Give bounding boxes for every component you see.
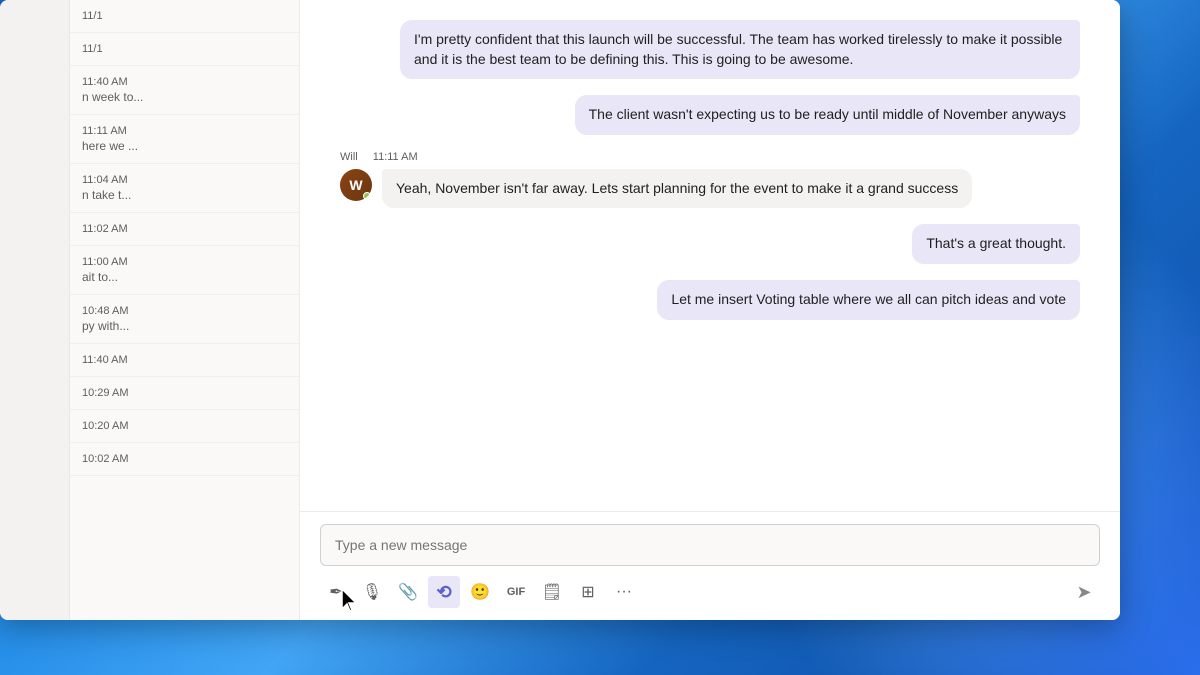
conversation-item[interactable]: 11/1 — [70, 0, 299, 33]
sidebar — [0, 0, 70, 620]
messages-container: I'm pretty confident that this launch wi… — [300, 0, 1120, 511]
conversation-list: 11/1 11/1 11:40 AM n week to... 11:11 AM… — [70, 0, 300, 620]
conversation-item[interactable]: 11:11 AM here we ... — [70, 115, 299, 164]
conv-time: 11:04 AM — [82, 174, 287, 186]
teams-window: 11/1 11/1 11:40 AM n week to... 11:11 AM… — [0, 0, 1120, 620]
message-bubble: Let me insert Voting table where we all … — [657, 280, 1080, 320]
avatar-status-indicator — [363, 192, 371, 200]
conv-preview: ait to... — [82, 270, 287, 284]
audio-icon: 🎙 — [362, 582, 382, 602]
conversation-item[interactable]: 10:02 AM — [70, 443, 299, 476]
toolbar: ✒ 🎙 📎 ⟲ 🙂 GIF 🗒 — [320, 576, 1100, 608]
message-input[interactable] — [320, 524, 1100, 566]
conversation-item[interactable]: 11:00 AM ait to... — [70, 246, 299, 295]
avatar: W — [340, 169, 372, 201]
conv-time: 11/1 — [82, 10, 287, 22]
meet-icon: ⊞ — [581, 582, 594, 602]
chat-area: I'm pretty confident that this launch wi… — [300, 0, 1120, 620]
send-button[interactable]: ➤ — [1068, 576, 1100, 608]
conv-time: 11:40 AM — [82, 76, 287, 88]
conv-time: 11:02 AM — [82, 223, 287, 235]
conv-preview: n take t... — [82, 188, 287, 202]
message-bubble: I'm pretty confident that this launch wi… — [400, 20, 1080, 79]
message-time: 11:11 AM — [373, 151, 418, 163]
message-sender-line: Will 11:11 AM — [340, 151, 418, 163]
conversation-item[interactable]: 11:04 AM n take t... — [70, 164, 299, 213]
more-options-button[interactable]: ··· — [608, 576, 640, 608]
conv-time: 11:40 AM — [82, 354, 287, 366]
message-bubble: The client wasn't expecting us to be rea… — [575, 95, 1080, 135]
conversation-item[interactable]: 11:40 AM n week to... — [70, 66, 299, 115]
conv-time: 11:00 AM — [82, 256, 287, 268]
loop-icon: ⟲ — [436, 582, 451, 603]
meet-button[interactable]: ⊞ — [572, 576, 604, 608]
conversation-item[interactable]: 10:48 AM py with... — [70, 295, 299, 344]
gif-button[interactable]: GIF — [500, 576, 532, 608]
conversation-item[interactable]: 11/1 — [70, 33, 299, 66]
conv-preview: py with... — [82, 319, 287, 333]
loop-button[interactable]: ⟲ — [428, 576, 460, 608]
conversation-item[interactable]: 10:20 AM — [70, 410, 299, 443]
attach-icon: 📎 — [398, 582, 418, 602]
conv-preview: here we ... — [82, 139, 287, 153]
gif-icon: GIF — [507, 586, 525, 598]
format-icon: ✒ — [329, 582, 342, 602]
message-row: Will 11:11 AM W Yeah, November isn't far… — [340, 151, 1080, 209]
conversation-item[interactable]: 11:02 AM — [70, 213, 299, 246]
sender-name: Will — [340, 151, 358, 163]
attach-button[interactable]: 📎 — [392, 576, 424, 608]
conv-preview: n week to... — [82, 90, 287, 104]
message-row: I'm pretty confident that this launch wi… — [340, 20, 1080, 79]
conv-time: 11:11 AM — [82, 125, 287, 137]
sticker-icon: 🗒 — [542, 582, 562, 602]
send-icon: ➤ — [1076, 582, 1091, 603]
message-row: Let me insert Voting table where we all … — [340, 280, 1080, 320]
conv-time: 11/1 — [82, 43, 287, 55]
audio-button[interactable]: 🎙 — [356, 576, 388, 608]
emoji-icon: 🙂 — [470, 582, 490, 602]
message-row: That's a great thought. — [340, 224, 1080, 264]
message-with-avatar: W Yeah, November isn't far away. Lets st… — [340, 169, 972, 209]
message-row: The client wasn't expecting us to be rea… — [340, 95, 1080, 135]
format-button[interactable]: ✒ — [320, 576, 352, 608]
conv-time: 10:29 AM — [82, 387, 287, 399]
conversation-item[interactable]: 10:29 AM — [70, 377, 299, 410]
sticker-button[interactable]: 🗒 — [536, 576, 568, 608]
message-bubble: Yeah, November isn't far away. Lets star… — [382, 169, 972, 209]
conversation-item[interactable]: 11:40 AM — [70, 344, 299, 377]
conv-time: 10:02 AM — [82, 453, 287, 465]
more-icon: ··· — [616, 583, 632, 601]
input-area: ✒ 🎙 📎 ⟲ 🙂 GIF 🗒 — [300, 511, 1120, 620]
conv-time: 10:20 AM — [82, 420, 287, 432]
emoji-button[interactable]: 🙂 — [464, 576, 496, 608]
conv-time: 10:48 AM — [82, 305, 287, 317]
message-bubble: That's a great thought. — [912, 224, 1080, 264]
